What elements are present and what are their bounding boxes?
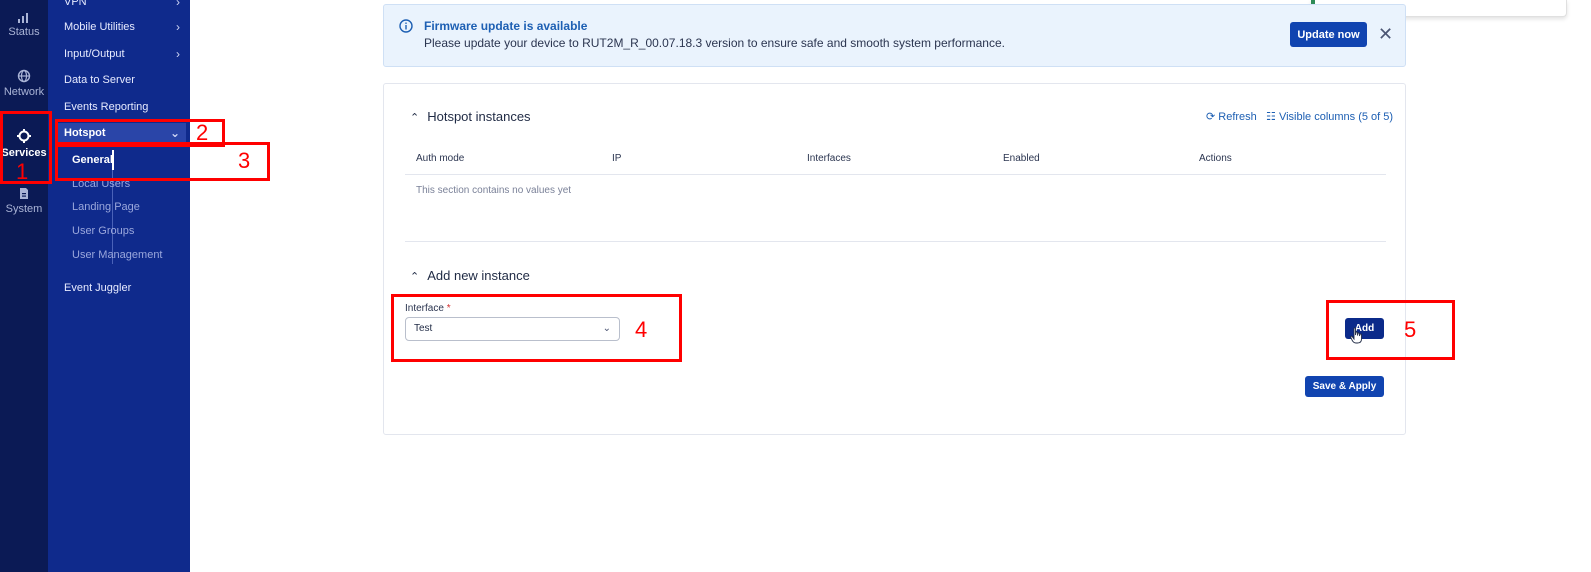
rail-item-network[interactable]: Network <box>0 69 48 98</box>
submenu-item-user-groups[interactable]: User Groups <box>72 224 134 238</box>
column-header-interfaces[interactable]: Interfaces <box>807 153 851 164</box>
rail-label-network: Network <box>3 86 45 98</box>
menu-label-mobile-utilities: Mobile Utilities <box>64 21 135 33</box>
services-submenu: VPN › Mobile Utilities › Input/Output › … <box>48 0 190 572</box>
firmware-banner: Firmware update is available Please upda… <box>383 4 1406 67</box>
rail-label-system: System <box>5 203 43 215</box>
update-now-button[interactable]: Update now <box>1290 22 1367 47</box>
annotation-box-5 <box>1326 300 1455 360</box>
chevron-up-icon: ⌃ <box>410 271 420 283</box>
add-new-instance-header[interactable]: ⌃ Add new instance <box>410 268 530 283</box>
hotspot-card: ⌃ Hotspot instances ⟳ Refresh ☷ Visible c… <box>383 83 1406 435</box>
icon-rail: Status Network Services System <box>0 0 48 572</box>
menu-label-input-output: Input/Output <box>64 48 125 60</box>
chevron-up-icon: ⌃ <box>410 112 420 124</box>
refresh-label: Refresh <box>1218 111 1257 123</box>
column-header-enabled[interactable]: Enabled <box>1003 153 1040 164</box>
empty-table-message: This section contains no values yet <box>416 185 572 196</box>
chevron-right-icon: › <box>176 47 180 61</box>
visible-columns-label: Visible columns (5 of 5) <box>1278 111 1394 123</box>
chevron-right-icon: › <box>176 20 180 34</box>
column-header-ip[interactable]: IP <box>612 153 621 164</box>
banner-message: Please update your device to RUT2M_R_00.… <box>424 36 1005 50</box>
menu-item-vpn[interactable]: VPN › <box>64 0 186 10</box>
file-icon <box>20 188 28 199</box>
section-divider <box>405 241 1386 242</box>
section-title-add-new-instance: Add new instance <box>427 268 530 283</box>
menu-item-input-output[interactable]: Input/Output › <box>64 46 186 62</box>
menu-item-event-juggler[interactable]: Event Juggler <box>64 280 186 296</box>
submenu-item-landing-page[interactable]: Landing Page <box>72 200 140 214</box>
rail-label-status: Status <box>8 26 40 38</box>
annotation-number-4: 4 <box>635 317 648 342</box>
menu-item-data-to-server[interactable]: Data to Server <box>64 72 186 88</box>
info-icon <box>399 19 413 33</box>
globe-icon <box>17 69 31 83</box>
visible-columns-button[interactable]: ☷ Visible columns (5 of 5) <box>1266 110 1393 123</box>
menu-label-events-reporting: Events Reporting <box>64 101 149 113</box>
banner-title: Firmware update is available <box>424 19 588 33</box>
column-header-actions: Actions <box>1199 153 1232 164</box>
section-title-hotspot-instances: Hotspot instances <box>427 109 531 124</box>
submenu-item-user-management[interactable]: User Management <box>72 248 163 262</box>
refresh-icon: ⟳ <box>1206 111 1216 123</box>
annotation-number-1: 1 <box>16 159 29 184</box>
rail-item-system[interactable]: System <box>0 187 48 215</box>
refresh-button[interactable]: ⟳ Refresh <box>1206 110 1257 123</box>
column-header-auth-mode[interactable]: Auth mode <box>416 153 464 164</box>
table-header-divider <box>405 174 1386 175</box>
rail-item-status[interactable]: Status <box>0 11 48 38</box>
columns-icon: ☷ <box>1266 111 1276 123</box>
menu-label-vpn: VPN <box>64 0 87 8</box>
signal-icon <box>18 13 28 23</box>
menu-item-events-reporting[interactable]: Events Reporting <box>64 99 186 115</box>
menu-item-mobile-utilities[interactable]: Mobile Utilities › <box>64 19 186 35</box>
menu-label-event-juggler: Event Juggler <box>64 282 132 294</box>
menu-label-data-to-server: Data to Server <box>64 74 135 86</box>
annotation-number-5: 5 <box>1404 317 1417 342</box>
annotation-number-2: 2 <box>196 120 209 145</box>
close-icon[interactable]: ✕ <box>1378 24 1393 45</box>
save-apply-button[interactable]: Save & Apply <box>1305 376 1384 397</box>
hotspot-instances-header[interactable]: ⌃ Hotspot instances <box>410 109 531 124</box>
annotation-number-3: 3 <box>238 148 251 173</box>
chevron-right-icon: › <box>176 0 180 9</box>
